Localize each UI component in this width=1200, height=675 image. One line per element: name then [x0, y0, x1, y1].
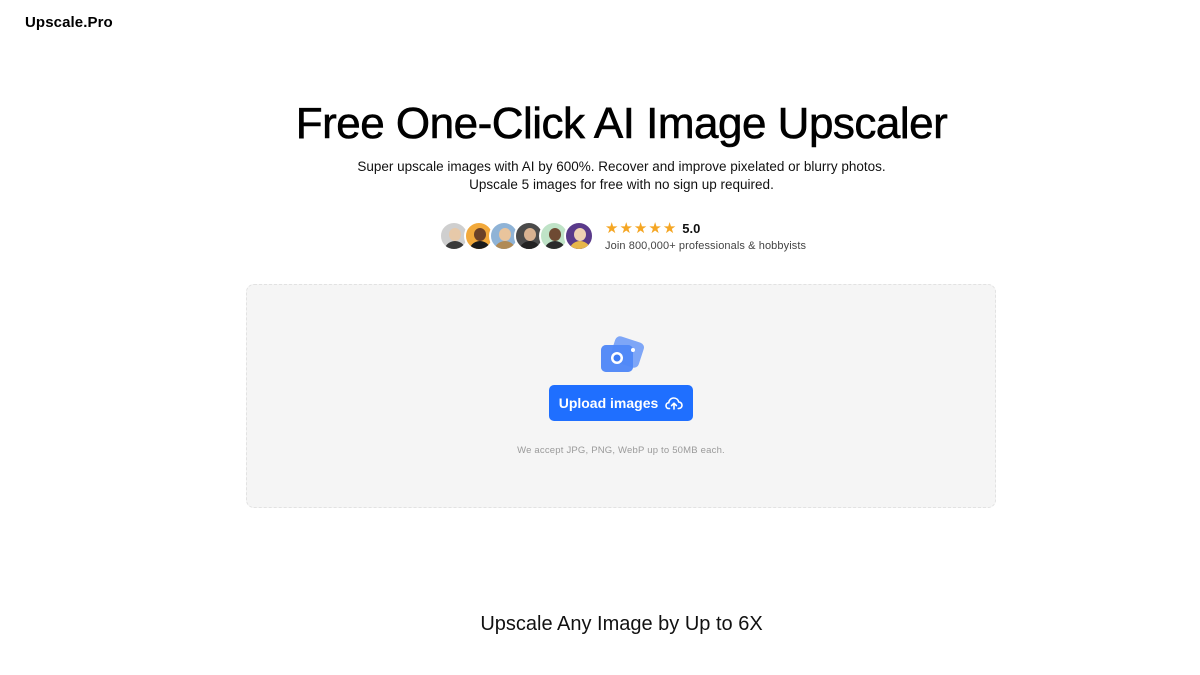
star-icon: ★	[619, 220, 633, 237]
avatar-group	[439, 221, 594, 251]
upload-button-label: Upload images	[558, 395, 659, 411]
hero-subtitle-line-1: Super upscale images with AI by 600%. Re…	[357, 159, 886, 174]
star-icon: ★	[605, 220, 619, 237]
star-icon: ★	[662, 220, 677, 237]
hero-subtitle-line-2: Upscale 5 images for free with no sign u…	[469, 177, 774, 192]
upload-dropzone[interactable]: Upload images We accept JPG, PNG, WebP u…	[246, 284, 996, 508]
section-title: Upscale Any Image by Up to 6X	[480, 613, 763, 635]
rating: ★ ★ ★ ★ ★ 5.0 Join 800,000+ professional…	[605, 221, 806, 252]
hero-title: Free One-Click AI Image Upscaler	[295, 99, 948, 149]
upload-images-button[interactable]: Upload images	[549, 385, 693, 421]
star-icon: ★	[633, 220, 648, 237]
star-icon: ★	[648, 220, 662, 237]
cloud-upload-icon	[665, 396, 684, 410]
avatar	[564, 221, 594, 251]
site-logo[interactable]: Upscale.Pro	[25, 14, 113, 31]
image-upload-icon	[598, 335, 648, 379]
page: Upscale.Pro Free One-Click AI Image Upsc…	[0, 0, 1200, 675]
rating-caption: Join 800,000+ professionals & hobbyists	[605, 239, 807, 252]
rating-score: 5.0	[682, 221, 701, 236]
social-proof: ★ ★ ★ ★ ★ 5.0 Join 800,000+ professional…	[439, 220, 806, 252]
accepted-formats-text: We accept JPG, PNG, WebP up to 50MB each…	[517, 445, 725, 456]
